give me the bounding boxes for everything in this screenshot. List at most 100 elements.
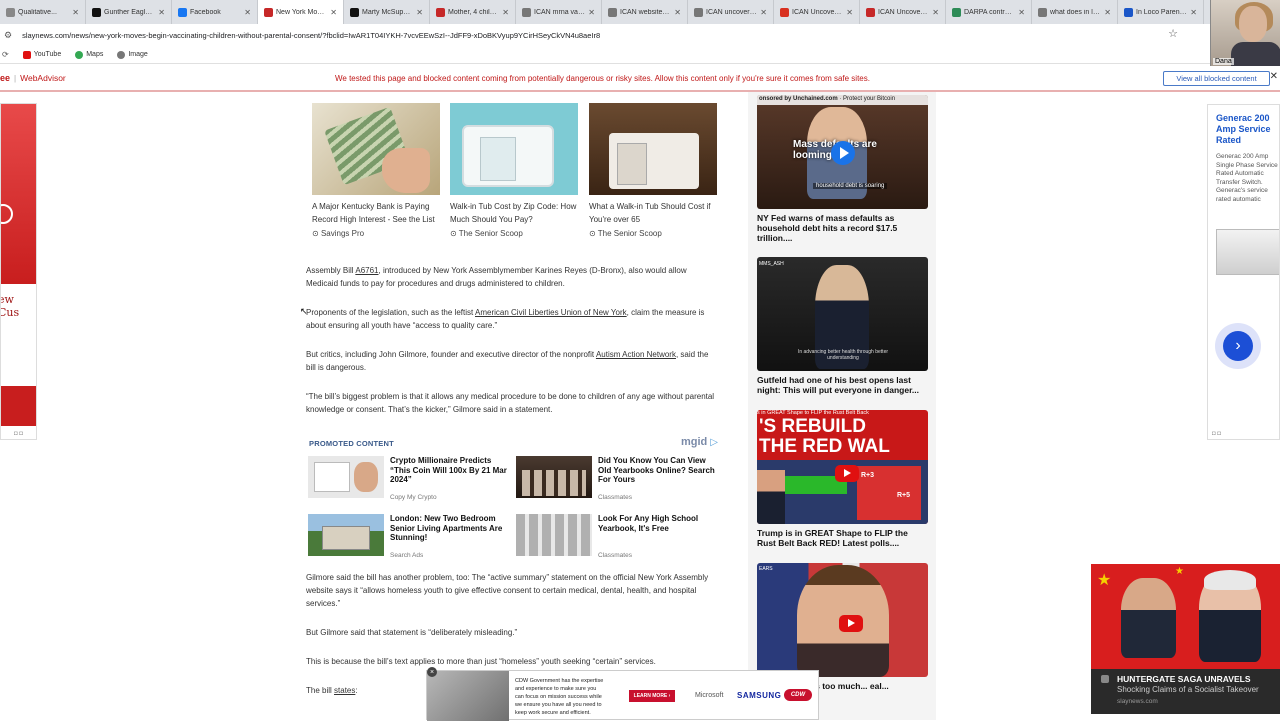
recommendation-card[interactable]: What a Walk-in Tub Should Cost if You're… [589, 103, 717, 238]
promoted-item[interactable]: London: New Two Bedroom Senior Living Ap… [306, 514, 511, 562]
video-thumbnail[interactable]: EARS [757, 563, 928, 677]
video-card[interactable]: MMS_ASH In advancing better health throu… [757, 257, 928, 395]
close-tab-icon[interactable]: ✕ [1018, 8, 1025, 17]
browser-tab[interactable]: ICAN uncovers a...✕ [688, 0, 774, 24]
video-card[interactable]: onsored by Unchained.com · Protect your … [757, 95, 928, 243]
site-info-icon[interactable]: ⚙ [4, 30, 12, 41]
mgid-logo[interactable]: mgid ▷ [681, 436, 718, 448]
video-card[interactable]: s in GREAT Shape to FLIP the Rust Belt B… [757, 410, 928, 548]
close-tab-icon[interactable]: ✕ [72, 8, 79, 17]
video-caption[interactable]: NY Fed warns of mass defaults as househo… [757, 213, 928, 243]
youtube-play-icon[interactable] [835, 465, 859, 482]
promoted-title[interactable]: London: New Two Bedroom Senior Living Ap… [390, 514, 508, 543]
close-icon[interactable]: ✕ [1270, 71, 1278, 82]
promoted-item[interactable]: Did You Know You Can View Old Yearbooks … [514, 456, 719, 504]
bookmark-image[interactable]: Image [117, 50, 148, 59]
states-link[interactable]: states [334, 686, 355, 695]
star-icon: ★ [1175, 566, 1184, 577]
browser-tab[interactable]: Mother, 4 childr... ✕ [430, 0, 516, 24]
close-tab-icon[interactable]: ✕ [674, 8, 681, 17]
tab-favicon-icon [436, 7, 445, 17]
tab-title: Facebook [190, 8, 221, 16]
ad-choices-icon[interactable]: ◘ ◘ [1212, 431, 1221, 437]
bookmark-youtube[interactable]: YouTube [22, 50, 61, 59]
promoted-title[interactable]: Look For Any High School Yearbook, It's … [598, 514, 716, 533]
promoted-title[interactable]: Did You Know You Can View Old Yearbooks … [598, 456, 716, 485]
browser-tab[interactable]: ICAN Uncovers... ✕ [860, 0, 946, 24]
video-thumbnail[interactable]: onsored by Unchained.com · Protect your … [757, 95, 928, 209]
card-title[interactable]: A Major Kentucky Bank is Paying Record H… [312, 200, 440, 226]
recommendation-card[interactable]: A Major Kentucky Bank is Paying Record H… [312, 103, 440, 238]
sponsor-label: onsored by Unchained.com · Protect your … [757, 95, 928, 105]
right-ad[interactable]: Generac 200 Amp Service Rated Generac 20… [1207, 104, 1280, 440]
browser-tab[interactable]: DARPA controlli... ✕ [946, 0, 1032, 24]
chevron-right-icon[interactable]: › [1223, 331, 1253, 361]
ad-banner-red [1, 104, 36, 284]
promoted-thumbnail[interactable] [516, 456, 592, 498]
browser-tab[interactable]: Qualitative... ✕ [0, 0, 86, 24]
browser-tab[interactable]: what does in loc... ✕ [1032, 0, 1118, 24]
browser-tab[interactable]: Facebook ✕ [172, 0, 258, 24]
close-tab-icon[interactable]: ✕ [416, 8, 423, 17]
promoted-thumbnail[interactable] [308, 514, 384, 556]
close-tab-icon[interactable]: ✕ [502, 8, 509, 17]
ad-title[interactable]: Generac 200 Amp Service Rated [1216, 113, 1278, 146]
close-tab-icon[interactable]: ✕ [244, 8, 251, 17]
browser-tab[interactable]: ICAN mrna vacci...✕ [516, 0, 602, 24]
video-thumbnail[interactable]: MMS_ASH In advancing better health throu… [757, 257, 928, 371]
close-tab-icon[interactable]: ✕ [846, 8, 853, 17]
news-icon [1101, 675, 1109, 683]
close-tab-icon[interactable]: ✕ [330, 8, 337, 17]
article-paragraph: “The bill’s biggest problem is that it a… [306, 392, 715, 414]
learn-more-button[interactable]: LEARN MORE › [629, 690, 675, 702]
close-tab-icon[interactable]: ✕ [588, 8, 595, 17]
star-icon: ★ [1097, 572, 1112, 589]
card-title[interactable]: Walk-in Tub Cost by Zip Code: How Much S… [450, 200, 578, 226]
promoted-thumbnail[interactable] [516, 514, 592, 556]
card-image[interactable] [312, 103, 440, 195]
url-text[interactable]: slaynews.com/news/new-york-moves-begin-v… [22, 31, 600, 40]
ad-choices-icon[interactable]: ▷ [710, 437, 718, 448]
recommendation-card[interactable]: Walk-in Tub Cost by Zip Code: How Much S… [450, 103, 578, 238]
youtube-play-icon[interactable] [839, 615, 863, 632]
card-image[interactable] [589, 103, 717, 195]
play-icon[interactable] [831, 141, 855, 165]
browser-tab[interactable]: ICAN website - S...✕ [602, 0, 688, 24]
browser-tab[interactable]: Marty McSupaffy ✕ [344, 0, 430, 24]
video-thumbnail[interactable]: s in GREAT Shape to FLIP the Rust Belt B… [757, 410, 928, 524]
bookmark-star-icon[interactable]: ☆ [1168, 27, 1178, 40]
reload-icon[interactable]: ⟳ [2, 50, 9, 59]
promoted-item[interactable]: Crypto Millionaire Predicts “This Coin W… [306, 456, 511, 504]
close-tab-icon[interactable]: ✕ [1104, 8, 1111, 17]
bill-link[interactable]: A6761 [355, 266, 378, 275]
close-tab-icon[interactable]: ✕ [932, 8, 939, 17]
browser-tab[interactable]: ICAN Uncovers a...✕ [774, 0, 860, 24]
tab-favicon-icon [92, 7, 101, 17]
browser-tab[interactable]: Gunther Eagleman✕ [86, 0, 172, 24]
video-caption[interactable]: Trump is in GREAT Shape to FLIP the Rust… [757, 528, 928, 548]
view-all-blocked-button[interactable]: View all blocked content [1163, 71, 1270, 86]
bookmark-maps[interactable]: Maps [75, 50, 103, 59]
close-tab-icon[interactable]: ✕ [1190, 8, 1197, 17]
ad-choices-icon[interactable]: ◘ ◘ [14, 431, 23, 437]
popup-subtitle: Shocking Claims of a Socialist Takeover [1117, 685, 1259, 694]
close-icon[interactable]: × [427, 667, 437, 677]
aclu-link[interactable]: American Civil Liberties Union of New Yo… [475, 308, 627, 317]
promoted-item[interactable]: Look For Any High School Yearbook, It's … [514, 514, 719, 562]
news-video-popup[interactable]: ★ ★ HUNTERGATE SAGA UNRAVELS Shocking Cl… [1091, 564, 1280, 714]
left-ad[interactable]: ew Cus [0, 103, 37, 440]
popup-headline[interactable]: HUNTERGATE SAGA UNRAVELS [1117, 674, 1251, 684]
promoted-title[interactable]: Crypto Millionaire Predicts “This Coin W… [390, 456, 508, 485]
address-bar[interactable]: ⚙ slaynews.com/news/new-york-moves-begin… [0, 24, 1210, 46]
bottom-ad[interactable]: CDW Government has the expertise and exp… [426, 667, 819, 721]
card-image[interactable] [450, 103, 578, 195]
video-caption[interactable]: Gutfeld had one of his best opens last n… [757, 375, 928, 395]
browser-tab[interactable]: New York Moves...✕ [258, 0, 344, 24]
close-tab-icon[interactable]: ✕ [760, 8, 767, 17]
close-tab-icon[interactable]: ✕ [158, 8, 165, 17]
autism-action-link[interactable]: Autism Action Network [596, 350, 676, 359]
card-title[interactable]: What a Walk-in Tub Should Cost if You're… [589, 200, 717, 226]
webcam-name: Dana [1213, 58, 1234, 65]
browser-tab[interactable]: In Loco Parentis... ✕ [1118, 0, 1204, 24]
promoted-thumbnail[interactable] [308, 456, 384, 498]
